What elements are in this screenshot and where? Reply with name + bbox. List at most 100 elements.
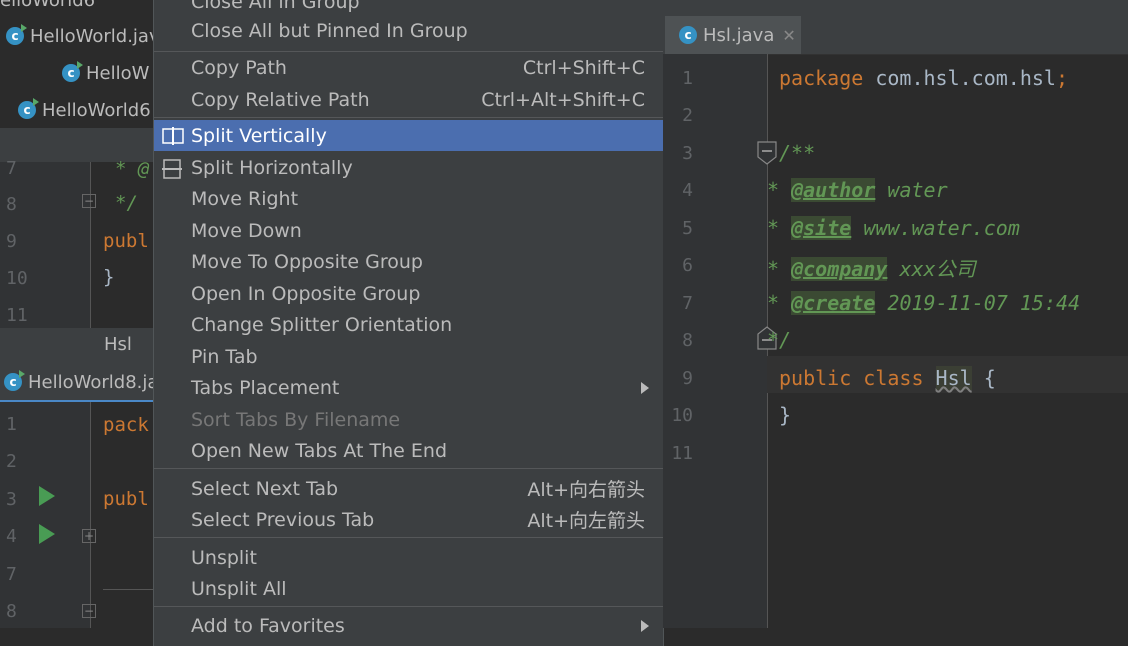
menu-separator xyxy=(154,117,663,118)
doc-comment-close: */ xyxy=(767,328,792,352)
code-line-1: package com.hsl.com.hsl; xyxy=(779,66,1068,90)
tab-label: HelloW xyxy=(86,62,150,84)
menu-item-unsplit-all[interactable]: Unsplit All xyxy=(154,573,663,604)
tab-hellow[interactable]: c HelloW xyxy=(62,55,149,91)
fold-icon[interactable]: + xyxy=(82,529,96,543)
method-separator xyxy=(103,589,153,590)
menu-label: Unsplit All xyxy=(191,577,287,600)
package-name: com.hsl.com.hsl xyxy=(863,66,1056,90)
menu-item-open-new-tabs-at-end[interactable]: Open New Tabs At The End xyxy=(154,435,663,466)
line-number: 9 xyxy=(682,368,693,389)
code-line-10: } xyxy=(779,403,791,427)
comment-star: * xyxy=(767,291,792,315)
line-number: 11 xyxy=(6,305,28,326)
menu-label: Select Next Tab xyxy=(191,477,339,500)
line-number: 3 xyxy=(6,489,17,510)
menu-label: Open New Tabs At The End xyxy=(191,439,448,462)
menu-label: Move Down xyxy=(191,219,302,242)
fold-icon[interactable]: − xyxy=(82,194,96,208)
doc-comment-open: /** xyxy=(779,141,816,165)
menu-label: Move Right xyxy=(191,187,299,210)
tab-helloworld[interactable]: c HelloWorld.java xyxy=(6,18,153,54)
code-line: */ xyxy=(115,192,138,214)
line-number: 7 xyxy=(6,158,17,179)
line-number: 1 xyxy=(682,68,693,89)
menu-item-select-previous-tab[interactable]: Select Previous Tab Alt+向左箭头 xyxy=(154,504,663,535)
java-class-icon: c xyxy=(18,98,39,119)
menu-label: Split Horizontally xyxy=(191,156,353,179)
class-name[interactable]: Hsl xyxy=(935,366,972,390)
menu-item-pin-tab[interactable]: Pin Tab xyxy=(154,341,663,372)
line-number: 7 xyxy=(6,564,17,585)
doc-tag: @author xyxy=(791,178,876,202)
java-class-icon: c xyxy=(679,26,697,44)
tab-helloworld6[interactable]: c HelloWorld6 xyxy=(18,92,151,128)
keyword: public class xyxy=(779,366,936,390)
doc-tag: @company xyxy=(791,257,888,281)
menu-item-split-vertically[interactable]: Split Vertically xyxy=(154,120,663,151)
menu-item-select-next-tab[interactable]: Select Next Tab Alt+向右箭头 xyxy=(154,473,663,504)
menu-shortcut: Alt+向右箭头 xyxy=(527,479,645,501)
comment-star: * xyxy=(767,178,792,202)
java-class-icon: c xyxy=(62,61,83,82)
menu-item-change-splitter-orientation[interactable]: Change Splitter Orientation xyxy=(154,309,663,340)
brace: { xyxy=(971,366,996,390)
menu-item-move-to-opposite-group[interactable]: Move To Opposite Group xyxy=(154,246,663,277)
menu-item-split-horizontally[interactable]: Split Horizontally xyxy=(154,152,663,183)
tab-label: HelloWorld8.ja xyxy=(28,371,153,393)
run-main-icon[interactable] xyxy=(39,524,55,544)
menu-shortcut: Alt+向左箭头 xyxy=(527,510,645,532)
line-number: 5 xyxy=(682,218,693,239)
code-line: } xyxy=(103,266,115,288)
editor-tab-bar: c Hsl.java ✕ xyxy=(663,16,1128,55)
menu-item-open-in-opposite-group[interactable]: Open In Opposite Group xyxy=(154,278,663,309)
menu-item-copy-relative-path[interactable]: Copy Relative Path Ctrl+Alt+Shift+C xyxy=(154,84,663,115)
doc-value: www.water.com xyxy=(851,216,1020,240)
gutter-divider xyxy=(90,162,91,328)
line-number: 10 xyxy=(671,405,693,426)
tab-strip-bg xyxy=(0,128,153,162)
line-number: 8 xyxy=(6,194,17,215)
doc-value: xxx公司 xyxy=(887,257,976,281)
menu-label: Change Splitter Orientation xyxy=(191,313,453,336)
menu-shortcut: Ctrl+Shift+C xyxy=(522,56,645,79)
menu-item-copy-path[interactable]: Copy Path Ctrl+Shift+C xyxy=(154,52,663,83)
run-class-icon[interactable] xyxy=(39,486,55,506)
menu-separator xyxy=(154,606,663,607)
line-number: 8 xyxy=(682,330,693,351)
line-number: 9 xyxy=(6,231,17,252)
menu-separator xyxy=(154,468,663,469)
split-horizontally-icon xyxy=(162,159,182,179)
menu-label: Unsplit xyxy=(191,546,257,569)
code-line-9: public class Hsl { xyxy=(779,366,996,390)
semicolon: ; xyxy=(1055,66,1068,90)
menu-label: Tabs Placement xyxy=(191,376,340,399)
menu-label: Copy Path xyxy=(191,56,287,79)
menu-label: Close All but Pinned In Group xyxy=(191,19,468,42)
menu-item-tabs-placement[interactable]: Tabs Placement xyxy=(154,372,663,403)
tab-helloworld6-partial[interactable]: elloWorld6 xyxy=(0,0,95,18)
fold-icon[interactable] xyxy=(757,141,777,165)
code-line-4: * @author water xyxy=(767,178,948,202)
split-vertically-icon xyxy=(162,127,184,145)
menu-item-move-right[interactable]: Move Right xyxy=(154,183,663,214)
submenu-arrow-icon xyxy=(641,619,649,632)
gutter-divider xyxy=(90,402,91,628)
editor-tab-context-menu: Close All in Group Close All but Pinned … xyxy=(153,0,664,646)
fold-icon[interactable]: − xyxy=(82,604,96,618)
split-label: Hsl xyxy=(104,334,132,355)
line-number: 2 xyxy=(6,451,17,472)
menu-item-close-all-but-pinned[interactable]: Close All but Pinned In Group xyxy=(154,15,663,46)
menu-label: Sort Tabs By Filename xyxy=(191,408,401,431)
menu-label: Move To Opposite Group xyxy=(191,250,423,273)
doc-value: water xyxy=(875,178,948,202)
tab-hsl-java[interactable]: c Hsl.java ✕ xyxy=(665,16,801,54)
menu-item-move-down[interactable]: Move Down xyxy=(154,215,663,246)
close-icon[interactable]: ✕ xyxy=(782,26,795,45)
line-number: 3 xyxy=(682,143,693,164)
doc-value: 2019-11-07 15:44 xyxy=(875,291,1081,315)
menu-item-add-to-favorites[interactable]: Add to Favorites xyxy=(154,610,663,641)
tab-helloworld8[interactable]: c HelloWorld8.ja xyxy=(4,364,153,400)
code-line: * @ xyxy=(115,158,150,180)
menu-item-unsplit[interactable]: Unsplit xyxy=(154,542,663,573)
